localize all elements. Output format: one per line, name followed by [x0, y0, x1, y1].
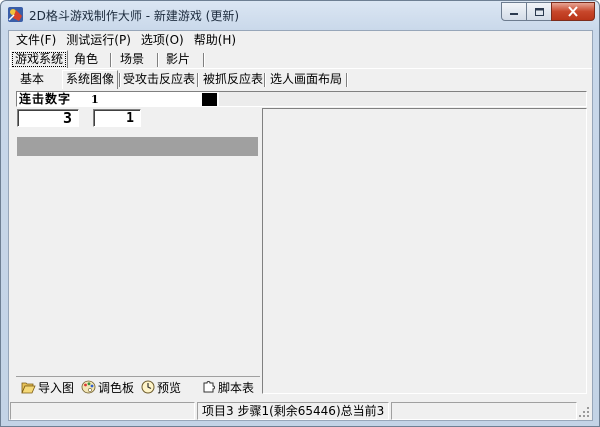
folder-open-icon — [21, 382, 36, 393]
import-image-label: 导入图 — [38, 380, 75, 395]
menu-file[interactable]: 文件(F) — [11, 31, 61, 49]
tab-content: 连击数字 1 3 1 导入图 调色板 预览 脚本表 — [16, 91, 587, 395]
main-tabs: 游戏系统 角色 场景 影片 — [9, 50, 592, 69]
client-area: 文件(F) 测试运行(P) 选项(O) 帮助(H) 游戏系统 角色 场景 影片 … — [8, 30, 593, 421]
tab-hit-reaction[interactable]: 受攻击反应表 — [120, 71, 198, 88]
tab-separator — [264, 73, 266, 87]
tab-grab-reaction[interactable]: 被抓反应表 — [200, 71, 266, 88]
palette-icon — [81, 380, 96, 394]
digit-box-index[interactable]: 1 — [93, 109, 141, 127]
tab-separator — [110, 53, 112, 67]
maximize-button[interactable] — [526, 2, 552, 21]
palette-button[interactable]: 调色板 — [81, 379, 134, 395]
tab-basic[interactable]: 基本 — [17, 71, 47, 88]
tab-page-border — [9, 68, 592, 69]
clock-icon — [141, 380, 155, 394]
tab-separator — [346, 73, 348, 87]
tab-separator — [197, 73, 199, 87]
tab-separator — [203, 53, 205, 67]
import-image-button[interactable]: 导入图 — [21, 379, 74, 395]
app-icon — [8, 7, 23, 22]
palette-label: 调色板 — [98, 380, 135, 395]
tab-movie[interactable]: 影片 — [162, 51, 194, 68]
script-table-label: 脚本表 — [218, 380, 255, 395]
status-cell-left — [10, 402, 195, 420]
image-selector-label: 连击数字 — [19, 92, 72, 106]
menu-bar: 文件(F) 测试运行(P) 选项(O) 帮助(H) — [9, 31, 592, 49]
status-text: 项目3 步骤1(剩余65446)总当前3 — [197, 402, 389, 420]
image-selector-value: 1 — [91, 93, 99, 106]
left-panel: 3 1 导入图 调色板 预览 脚本表 — [16, 108, 260, 395]
puzzle-icon — [203, 381, 215, 393]
minimize-button[interactable] — [501, 2, 527, 21]
tab-character[interactable]: 角色 — [70, 51, 102, 68]
resize-grip-icon[interactable] — [578, 406, 590, 418]
tab-game-system[interactable]: 游戏系统 — [10, 50, 69, 69]
status-cell-right — [391, 402, 577, 420]
maximize-icon — [534, 7, 544, 16]
minimize-icon — [510, 12, 518, 15]
image-preview-bar — [17, 137, 258, 156]
panel-toolbar: 导入图 调色板 预览 脚本表 — [16, 376, 260, 395]
image-selector[interactable]: 连击数字 1 — [16, 91, 587, 107]
status-bar: 项目3 步骤1(剩余65446)总当前3 — [9, 400, 592, 420]
app-window: 2D格斗游戏制作大师 - 新建游戏 (更新) 文件(F) 测试运行(P) 选项(… — [0, 0, 600, 427]
menu-test-run[interactable]: 测试运行(P) — [61, 31, 136, 49]
tab-separator — [157, 53, 159, 67]
close-button[interactable] — [551, 2, 595, 21]
tab-select-layout[interactable]: 选人画面布局 — [267, 71, 345, 88]
selector-track — [219, 92, 586, 106]
preview-label: 预览 — [157, 380, 182, 395]
tab-stage[interactable]: 场景 — [116, 51, 148, 68]
image-preview-panel[interactable] — [262, 108, 587, 394]
color-swatch — [202, 93, 217, 106]
script-table-button[interactable]: 脚本表 — [202, 379, 254, 395]
close-icon — [568, 6, 578, 17]
window-title: 2D格斗游戏制作大师 - 新建游戏 (更新) — [29, 9, 240, 23]
menu-options[interactable]: 选项(O) — [136, 31, 189, 49]
title-bar[interactable]: 2D格斗游戏制作大师 - 新建游戏 (更新) — [1, 1, 599, 29]
menu-help[interactable]: 帮助(H) — [189, 31, 241, 49]
digit-box-count[interactable]: 3 — [17, 109, 79, 127]
preview-button[interactable]: 预览 — [141, 379, 181, 395]
tab-system-images[interactable]: 系统图像 — [62, 70, 119, 89]
sub-tabs: 基本 系统图像 受攻击反应表 被抓反应表 选人画面布局 — [9, 70, 592, 89]
